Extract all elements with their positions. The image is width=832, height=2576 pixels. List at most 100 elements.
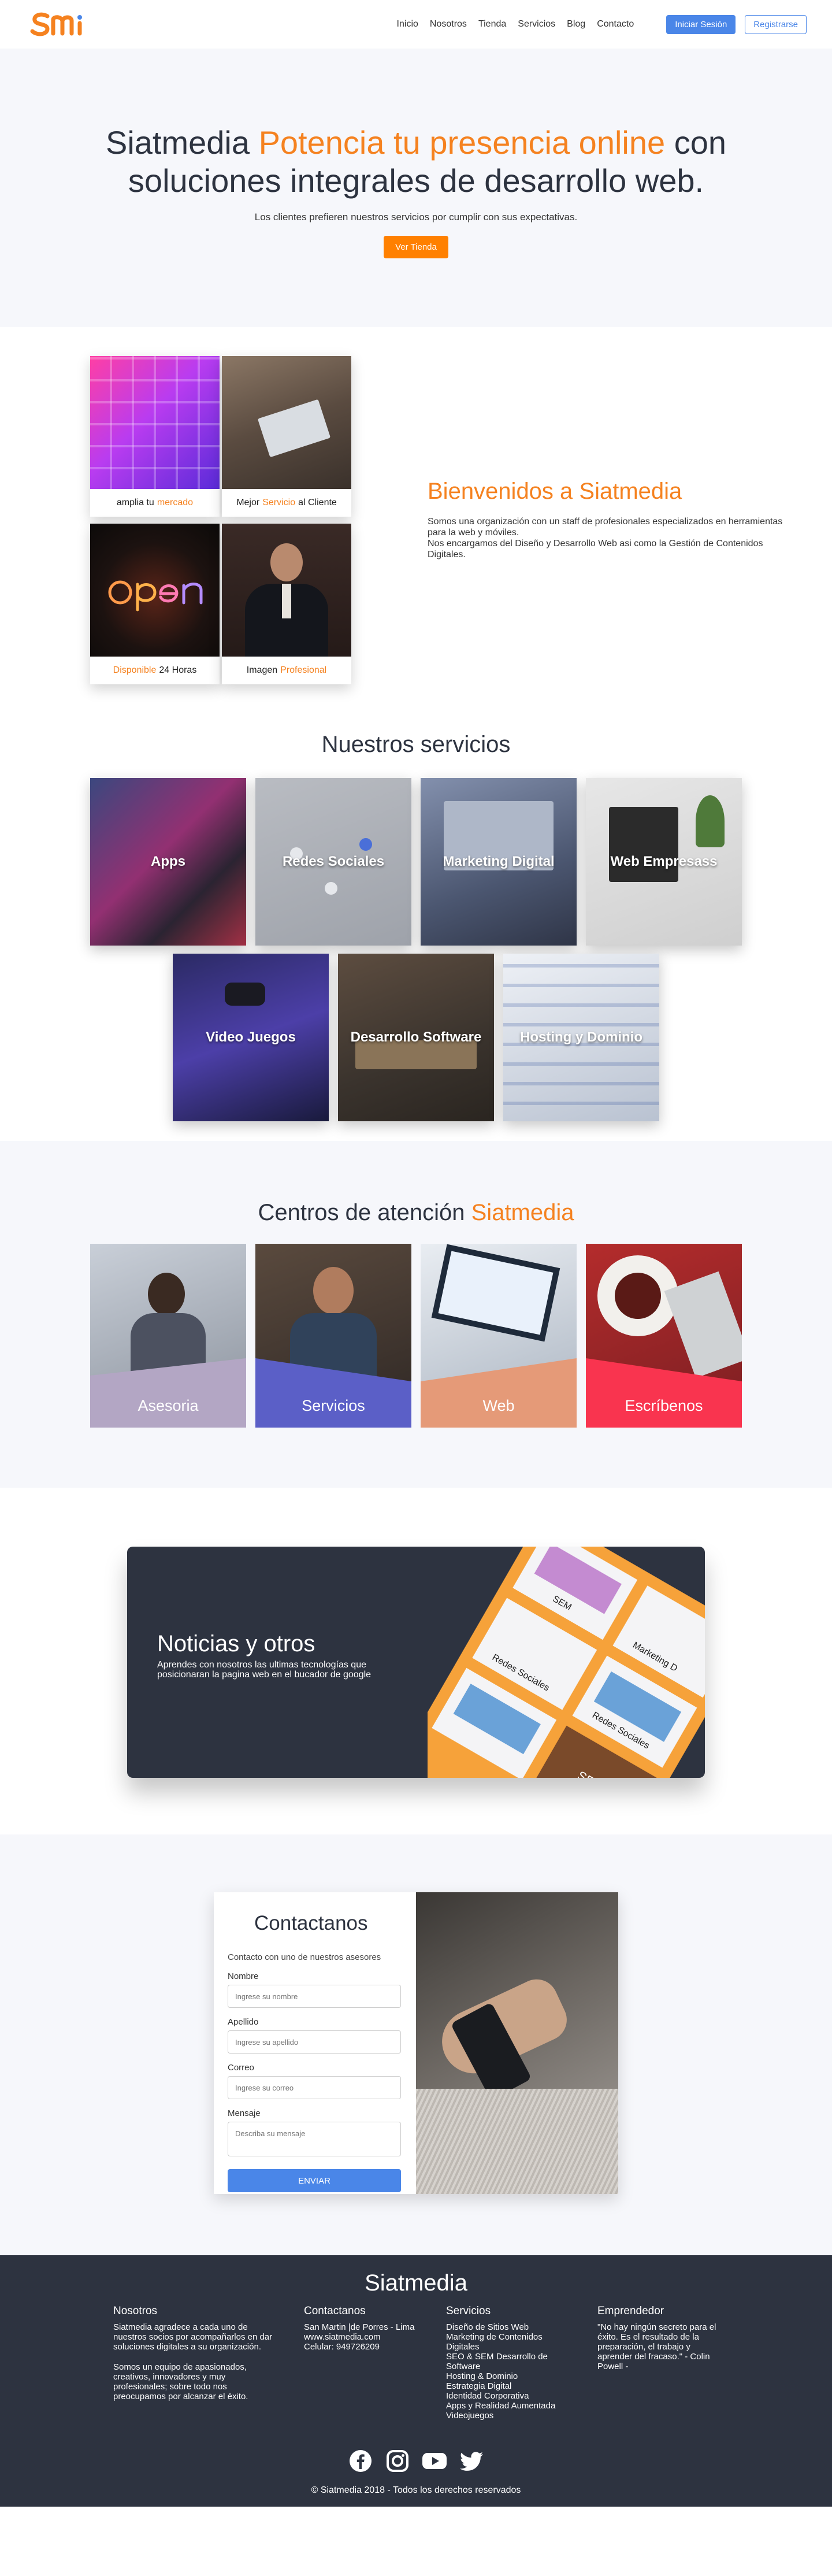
- center-label: Servicios: [302, 1397, 365, 1414]
- centers-title-highlight: Siatmedia: [471, 1200, 574, 1225]
- footer-service-item: SEO & SEM Desarrollo de Software: [446, 2352, 548, 2371]
- nav-link-servicios[interactable]: Servicios: [518, 19, 555, 29]
- footer-contact-column: Contactanos San Martin |de Porres - Lima…: [304, 2305, 431, 2352]
- name-label: Nombre: [228, 1971, 259, 1981]
- laptop-work-photo: [222, 356, 351, 489]
- service-card-software[interactable]: Desarrollo Software: [338, 954, 494, 1121]
- logo-sm-mark: [30, 12, 82, 36]
- service-label: Video Juegos: [206, 1029, 296, 1045]
- contact-title: Contactanos: [254, 1912, 368, 1934]
- hero-title-start: Siatmedia: [105, 124, 250, 161]
- view-shop-button[interactable]: Ver Tienda: [384, 236, 448, 258]
- caption-highlight: Disponible: [113, 665, 157, 675]
- footer-service-item: Videojuegos: [446, 2411, 494, 2421]
- footer-entrepreneur-column: Emprendedor "No hay ningún secreto para …: [597, 2305, 725, 2371]
- center-card-servicios[interactable]: Servicios: [255, 1244, 411, 1428]
- caption-highlight: mercado: [157, 498, 194, 507]
- welcome-title: Bienvenidos a Siatmedia: [428, 479, 682, 504]
- top-navbar: Inicio Nosotros Tienda Servicios Blog Co…: [0, 0, 832, 49]
- welcome-text-block: Bienvenidos a Siatmedia Somos una organi…: [428, 479, 786, 560]
- service-card-videogames[interactable]: Video Juegos: [173, 954, 329, 1121]
- footer-about-title: Nosotros: [113, 2305, 158, 2317]
- seo-collage-image: SEM Marketing D Redes Sociales Redes Soc…: [428, 1547, 705, 1778]
- youtube-icon[interactable]: [421, 2447, 448, 2475]
- twitter-icon[interactable]: [458, 2447, 485, 2475]
- welcome-paragraph-1: Somos una organización con un staff de p…: [428, 517, 783, 538]
- welcome-section: amplia tu mercado Mejor Servicio al Clie…: [0, 327, 832, 732]
- vr-headset-photo: [225, 983, 265, 1006]
- attention-centers-section: Centros de atención Siatmedia Asesoria S…: [0, 1141, 832, 1488]
- footer-website-link[interactable]: www.siatmedia.com: [304, 2332, 431, 2342]
- service-card-web[interactable]: Web Empresass: [586, 778, 742, 946]
- surname-label: Apellido: [228, 2017, 259, 2027]
- news-title: Noticias y otros: [157, 1631, 315, 1656]
- name-input[interactable]: [228, 1985, 401, 2008]
- hero-subtitle: Los clientes prefieren nuestros servicio…: [254, 212, 578, 223]
- contact-box: Contactanos Contacto con uno de nuestros…: [214, 1892, 618, 2194]
- service-label: Redes Sociales: [282, 854, 385, 869]
- login-button[interactable]: Iniciar Sesión: [666, 14, 736, 34]
- email-input[interactable]: [228, 2076, 401, 2099]
- service-label: Apps: [151, 854, 185, 869]
- caption-text: Imagen: [246, 665, 278, 675]
- caption-text: Mejor: [236, 498, 260, 507]
- footer-entrepreneur-title: Emprendedor: [597, 2305, 664, 2317]
- contact-subtitle: Contacto con uno de nuestros asesores: [228, 1952, 381, 1962]
- feature-card-available: Disponible 24 Horas: [90, 524, 220, 684]
- siatmedia-logo[interactable]: [30, 9, 90, 39]
- news-card[interactable]: Noticias y otros Aprendes con nosotros l…: [127, 1547, 705, 1778]
- service-card-hosting[interactable]: Hosting y Dominio: [503, 954, 659, 1121]
- contact-form: Contactanos Contacto con uno de nuestros…: [228, 1892, 401, 2192]
- register-button[interactable]: Registrarse: [745, 14, 807, 34]
- footer-services-list: Diseño de Sitios Web Marketing de Conten…: [446, 2322, 567, 2421]
- hero-title: Siatmedia Potencia tu presencia online c…: [87, 124, 745, 200]
- service-label: Web Empresass: [610, 854, 718, 869]
- center-card-asesoria[interactable]: Asesoria: [90, 1244, 246, 1428]
- nav-link-contacto[interactable]: Contacto: [597, 19, 634, 29]
- welcome-paragraph-2: Nos encargamos del Diseño y Desarrollo W…: [428, 539, 763, 559]
- service-label: Hosting y Dominio: [520, 1029, 642, 1045]
- hand-phone-photo: [416, 1892, 618, 2194]
- nav-link-nosotros[interactable]: Nosotros: [430, 19, 467, 29]
- open-neon-sign: [108, 580, 203, 611]
- nav-link-blog[interactable]: Blog: [567, 19, 585, 29]
- center-card-escribenos[interactable]: Escríbenos: [586, 1244, 742, 1428]
- news-section: Noticias y otros Aprendes con nosotros l…: [0, 1488, 832, 1834]
- feature-card-market: amplia tu mercado: [90, 356, 220, 517]
- message-textarea[interactable]: [228, 2122, 401, 2156]
- footer-service-item: Diseño de Sitios Web: [446, 2322, 529, 2332]
- hero-section: Siatmedia Potencia tu presencia online c…: [0, 49, 832, 327]
- news-text: Aprendes con nosotros las ultimas tecnol…: [157, 1660, 372, 1680]
- footer-service-item: Estrategia Digital: [446, 2381, 512, 2391]
- caption-text: 24 Horas: [159, 665, 197, 675]
- feature-card-professional: Imagen Profesional: [222, 524, 351, 684]
- service-card-marketing[interactable]: Marketing Digital: [421, 778, 577, 946]
- nav-link-inicio[interactable]: Inicio: [397, 19, 418, 29]
- footer-title: Siatmedia: [365, 2270, 467, 2296]
- caption-highlight: Profesional: [280, 665, 327, 675]
- open-neon-sign-photo: [90, 524, 220, 657]
- center-card-web[interactable]: Web: [421, 1244, 577, 1428]
- feature-caption: Imagen Profesional: [222, 657, 351, 684]
- surname-input[interactable]: [228, 2030, 401, 2054]
- service-card-apps[interactable]: Apps: [90, 778, 246, 946]
- service-label: Marketing Digital: [443, 854, 555, 869]
- contact-section: Contactanos Contacto con uno de nuestros…: [0, 1834, 832, 2255]
- instagram-icon[interactable]: [384, 2447, 411, 2475]
- email-label: Correo: [228, 2063, 254, 2073]
- facebook-icon[interactable]: [347, 2447, 374, 2475]
- service-card-social[interactable]: Redes Sociales: [255, 778, 411, 946]
- nav-link-tienda[interactable]: Tienda: [478, 19, 506, 29]
- center-label: Escríbenos: [625, 1397, 703, 1414]
- social-links: [0, 2447, 832, 2475]
- caption-highlight: Servicio: [262, 498, 296, 507]
- footer-about-text-1: Siatmedia agradece a cada uno de nuestro…: [113, 2322, 273, 2352]
- centers-title-start: Centros de atención: [258, 1200, 465, 1225]
- submit-button[interactable]: ENVIAR: [228, 2169, 401, 2192]
- footer-service-item: Apps y Realidad Aumentada: [446, 2401, 556, 2411]
- footer: Siatmedia Nosotros Siatmedia agradece a …: [0, 2255, 832, 2507]
- services-title: Nuestros servicios: [321, 732, 511, 757]
- footer-contact-title: Contactanos: [304, 2305, 366, 2317]
- feature-caption: amplia tu mercado: [90, 489, 220, 517]
- services-section: Nuestros servicios Apps Redes Sociales M…: [0, 732, 832, 1141]
